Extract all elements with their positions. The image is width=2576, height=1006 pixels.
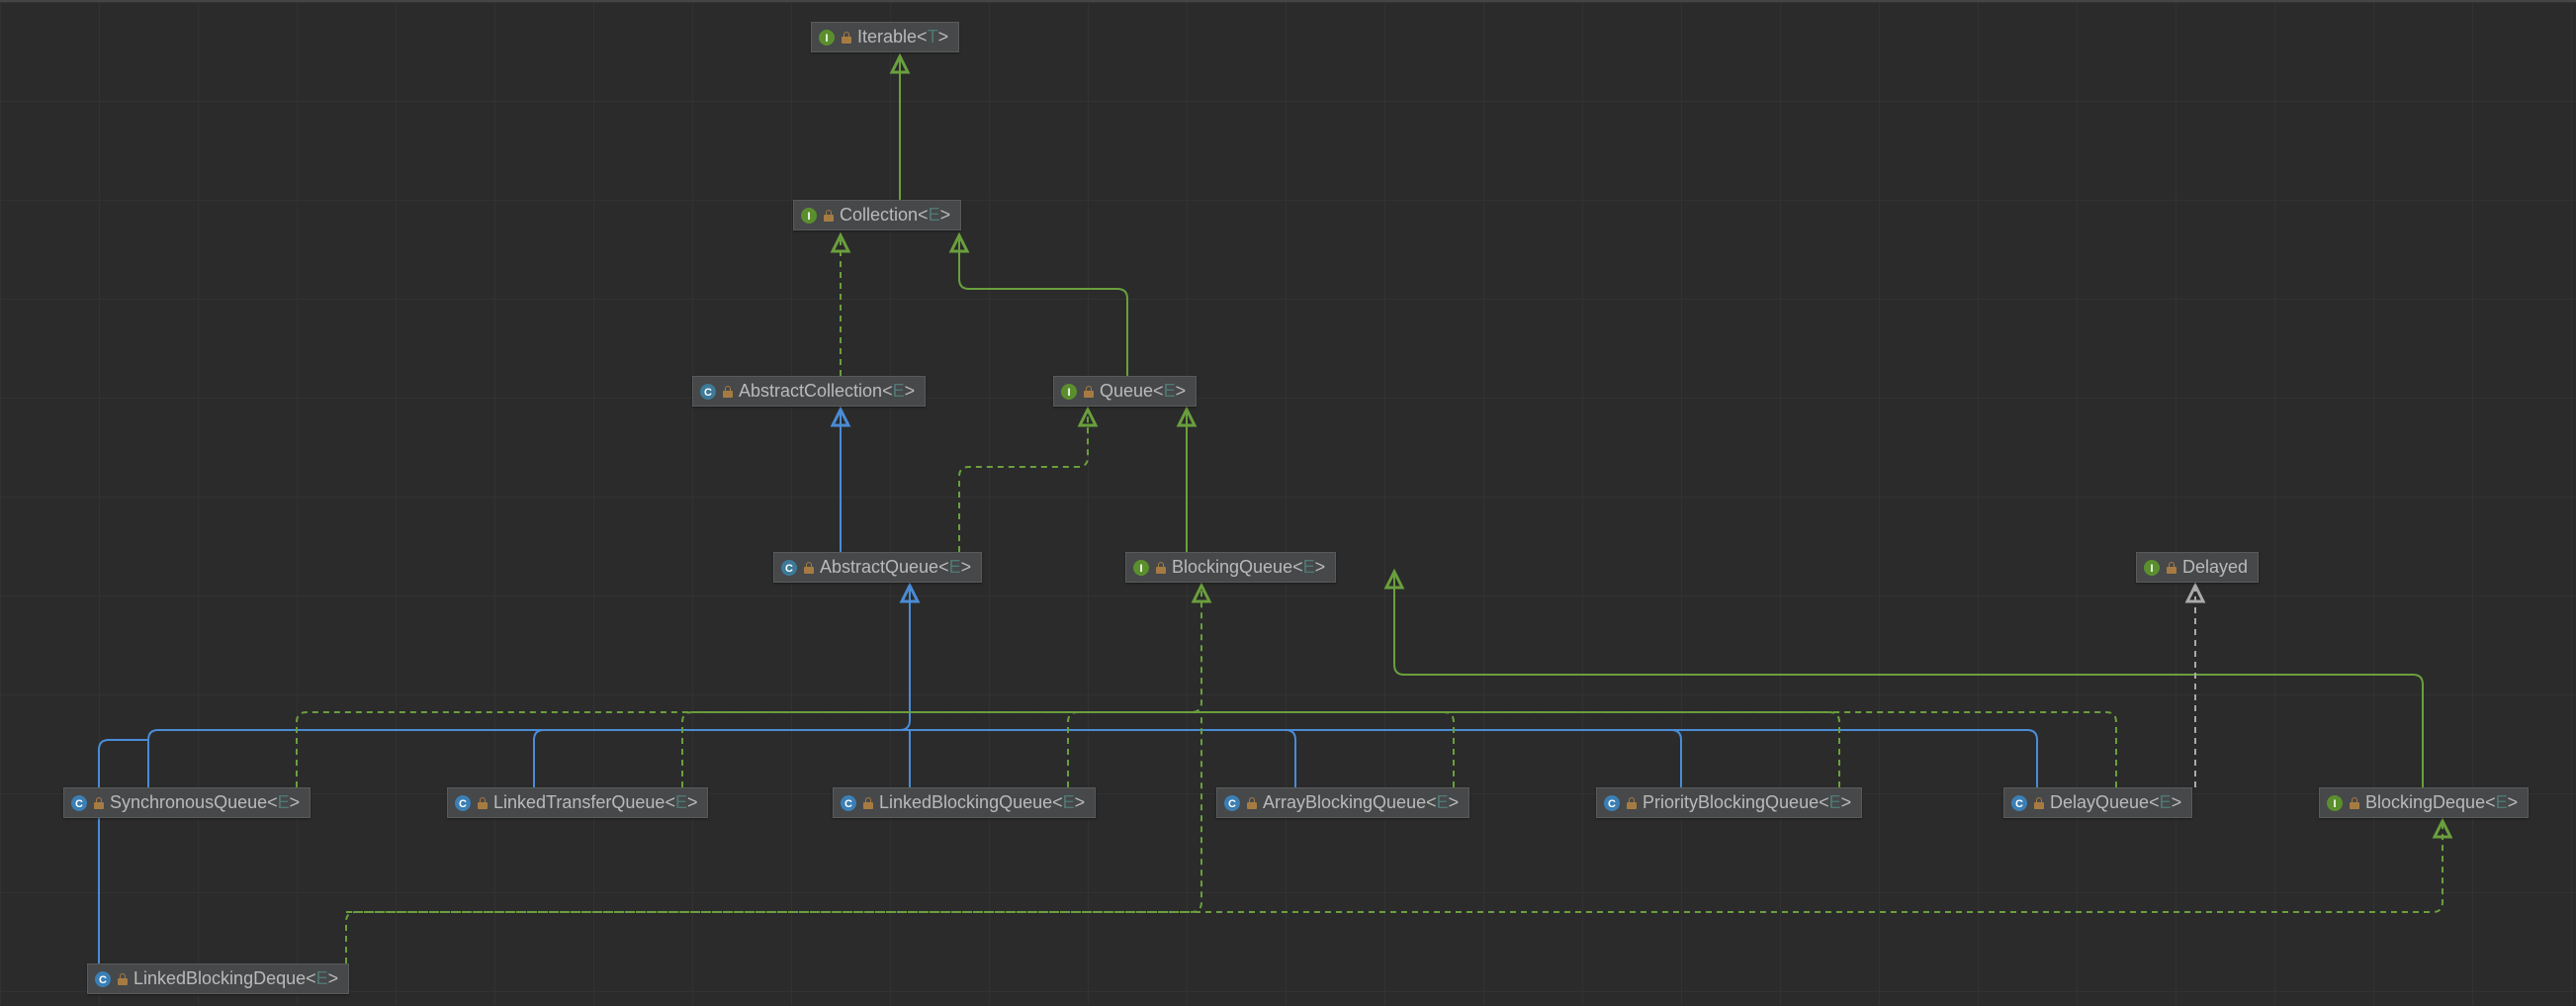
lock-icon [1247,797,1257,809]
interface-icon: I [818,29,836,46]
svg-text:C: C [785,563,793,575]
interface-icon: I [1060,383,1078,401]
abstract-class-icon: C [699,383,717,401]
class-icon: C [94,970,112,988]
lock-icon [1084,386,1094,398]
svg-text:C: C [459,798,467,810]
node-array-blocking-queue[interactable]: C ArrayBlockingQueue<E> [1216,787,1469,818]
svg-text:C: C [1228,798,1236,810]
node-collection[interactable]: I Collection<E> [793,200,961,230]
svg-text:C: C [2015,798,2023,810]
node-abstract-collection[interactable]: C AbstractCollection<E> [692,376,926,407]
lock-icon [2034,797,2044,809]
node-label: Queue<E> [1100,381,1186,402]
class-icon: C [2010,794,2028,812]
svg-text:C: C [75,798,83,810]
lock-icon [804,562,814,574]
node-label: LinkedBlockingQueue<E> [879,792,1085,813]
svg-text:C: C [844,798,852,810]
lock-icon [842,32,851,44]
interface-icon: I [2326,794,2344,812]
node-linked-blocking-queue[interactable]: C LinkedBlockingQueue<E> [833,787,1096,818]
node-label: DelayQueue<E> [2050,792,2181,813]
lock-icon [824,210,834,222]
lock-icon [863,797,873,809]
node-label: AbstractQueue<E> [820,557,971,578]
lock-icon [2350,797,2359,809]
svg-text:I: I [1067,387,1070,399]
class-icon: C [1603,794,1621,812]
svg-text:C: C [704,387,712,399]
node-label: LinkedTransferQueue<E> [493,792,697,813]
class-icon: C [1223,794,1241,812]
class-icon: C [840,794,857,812]
node-blocking-queue[interactable]: I BlockingQueue<E> [1125,552,1336,583]
node-label: Iterable<T> [857,27,948,47]
node-iterable[interactable]: I Iterable<T> [811,22,959,52]
lock-icon [478,797,488,809]
interface-icon: I [1132,559,1150,577]
node-abstract-queue[interactable]: C AbstractQueue<E> [773,552,982,583]
interface-icon: I [2143,559,2161,577]
svg-text:I: I [1139,563,1142,575]
lock-icon [94,797,104,809]
lock-icon [723,386,733,398]
svg-text:C: C [99,974,107,986]
svg-text:I: I [807,211,810,223]
node-label: BlockingQueue<E> [1172,557,1325,578]
node-label: AbstractCollection<E> [739,381,915,402]
lock-icon [118,973,128,985]
lock-icon [1627,797,1637,809]
lock-icon [2167,562,2176,574]
node-synchronous-queue[interactable]: C SynchronousQueue<E> [63,787,311,818]
node-label: Delayed [2182,557,2248,578]
svg-text:I: I [825,33,828,45]
class-icon: C [70,794,88,812]
node-delayed[interactable]: I Delayed [2136,552,2259,583]
node-label: Collection<E> [840,205,950,226]
lock-icon [1156,562,1166,574]
edge-layer [0,2,2576,1006]
diagram-canvas[interactable]: I Iterable<T> I Collection<E> C Abstract… [0,0,2576,1006]
node-linked-transfer-queue[interactable]: C LinkedTransferQueue<E> [447,787,708,818]
svg-text:I: I [2333,798,2336,810]
node-queue[interactable]: I Queue<E> [1053,376,1197,407]
class-icon: C [454,794,472,812]
node-label: SynchronousQueue<E> [110,792,300,813]
abstract-class-icon: C [780,559,798,577]
svg-text:I: I [2150,563,2153,575]
node-label: LinkedBlockingDeque<E> [133,968,338,989]
node-label: PriorityBlockingQueue<E> [1643,792,1851,813]
node-linked-blocking-deque[interactable]: C LinkedBlockingDeque<E> [87,963,349,994]
svg-text:C: C [1608,798,1616,810]
node-blocking-deque[interactable]: I BlockingDeque<E> [2319,787,2529,818]
node-label: ArrayBlockingQueue<E> [1263,792,1459,813]
node-delay-queue[interactable]: C DelayQueue<E> [2003,787,2192,818]
node-priority-blocking-queue[interactable]: C PriorityBlockingQueue<E> [1596,787,1862,818]
interface-icon: I [800,207,818,225]
node-label: BlockingDeque<E> [2365,792,2518,813]
